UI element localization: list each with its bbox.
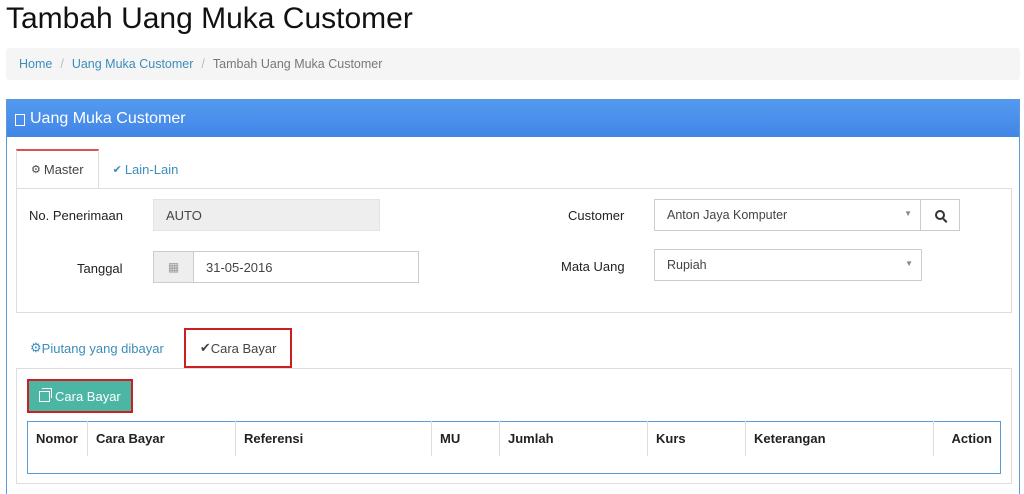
calendar-icon[interactable]: ▦: [153, 251, 193, 283]
cogs-icon: ⚙: [30, 340, 42, 355]
breadcrumb-parent[interactable]: Uang Muka Customer: [72, 57, 194, 71]
top-tabs: ⚙ Master ✔ Lain-Lain: [16, 149, 192, 189]
add-cara-bayar-label: Cara Bayar: [55, 388, 121, 404]
add-cara-bayar-button[interactable]: Cara Bayar: [27, 379, 133, 413]
breadcrumb-home[interactable]: Home: [19, 57, 52, 71]
breadcrumb-separator: /: [60, 57, 64, 71]
cara-bayar-tab-content: Cara Bayar Nomor Cara Bayar Referensi MU…: [16, 368, 1012, 484]
uang-muka-panel: Uang Muka Customer ⚙ Master ✔ Lain-Lain …: [6, 99, 1020, 494]
customer-select[interactable]: Anton Jaya Komputer ▼: [654, 199, 921, 231]
breadcrumb: Home / Uang Muka Customer / Tambah Uang …: [6, 48, 1020, 80]
tanggal-field[interactable]: 31-05-2016: [193, 251, 419, 283]
bottom-tabs: ⚙ Piutang yang dibayar ✔ Cara Bayar: [16, 328, 293, 368]
tab-piutang-label: Piutang yang dibayar: [41, 340, 164, 356]
col-cara-bayar: Cara Bayar: [87, 421, 236, 456]
customer-search-button[interactable]: [920, 199, 960, 231]
no-penerimaan-label: No. Penerimaan: [29, 208, 123, 223]
caret-down-icon: ▼: [905, 259, 913, 268]
caret-down-icon: ▼: [904, 209, 912, 218]
tab-cara-bayar-label: Cara Bayar: [210, 340, 277, 356]
file-icon: [15, 113, 25, 126]
col-keterangan: Keterangan: [745, 421, 934, 456]
tab-cara-bayar[interactable]: ✔ Cara Bayar: [183, 328, 293, 368]
check-circle-icon: ✔: [112, 163, 122, 176]
col-nomor: Nomor: [27, 421, 88, 456]
search-icon: [935, 210, 945, 220]
col-kurs: Kurs: [647, 421, 746, 456]
tanggal-label: Tanggal: [77, 261, 123, 276]
tab-lain-lain-label: Lain-Lain: [124, 161, 179, 177]
breadcrumb-current: Tambah Uang Muka Customer: [212, 57, 383, 71]
cogs-icon: ⚙: [31, 164, 41, 176]
no-penerimaan-field: AUTO: [153, 199, 380, 231]
tab-master-label: Master: [43, 162, 84, 177]
tab-master[interactable]: ⚙ Master: [16, 149, 99, 189]
master-tab-content: No. Penerimaan AUTO Tanggal ▦ 31-05-2016…: [16, 188, 1012, 313]
table-header-row: Nomor Cara Bayar Referensi MU Jumlah Kur…: [27, 421, 1001, 456]
col-action: Action: [951, 431, 992, 447]
breadcrumb-separator: /: [201, 57, 205, 71]
customer-value: Anton Jaya Komputer: [667, 208, 788, 222]
table-empty-row: [28, 456, 1001, 474]
mata-uang-value: Rupiah: [667, 258, 707, 272]
mata-uang-select[interactable]: Rupiah ▼: [654, 249, 922, 281]
copy-icon: [39, 387, 52, 402]
tab-piutang[interactable]: ⚙ Piutang yang dibayar: [16, 328, 178, 368]
cara-bayar-table: Nomor Cara Bayar Referensi MU Jumlah Kur…: [27, 421, 1001, 474]
col-jumlah: Jumlah: [499, 421, 648, 456]
col-referensi: Referensi: [235, 421, 432, 456]
customer-label: Customer: [568, 208, 625, 223]
mata-uang-label: Mata Uang: [561, 259, 625, 274]
panel-heading: Uang Muka Customer: [7, 100, 1019, 137]
panel-title: Uang Muka Customer: [30, 109, 186, 127]
page-title: Tambah Uang Muka Customer: [6, 2, 413, 35]
check-circle-icon: ✔: [199, 340, 211, 355]
col-mu: MU: [431, 421, 500, 456]
tab-lain-lain[interactable]: ✔ Lain-Lain: [99, 149, 193, 189]
